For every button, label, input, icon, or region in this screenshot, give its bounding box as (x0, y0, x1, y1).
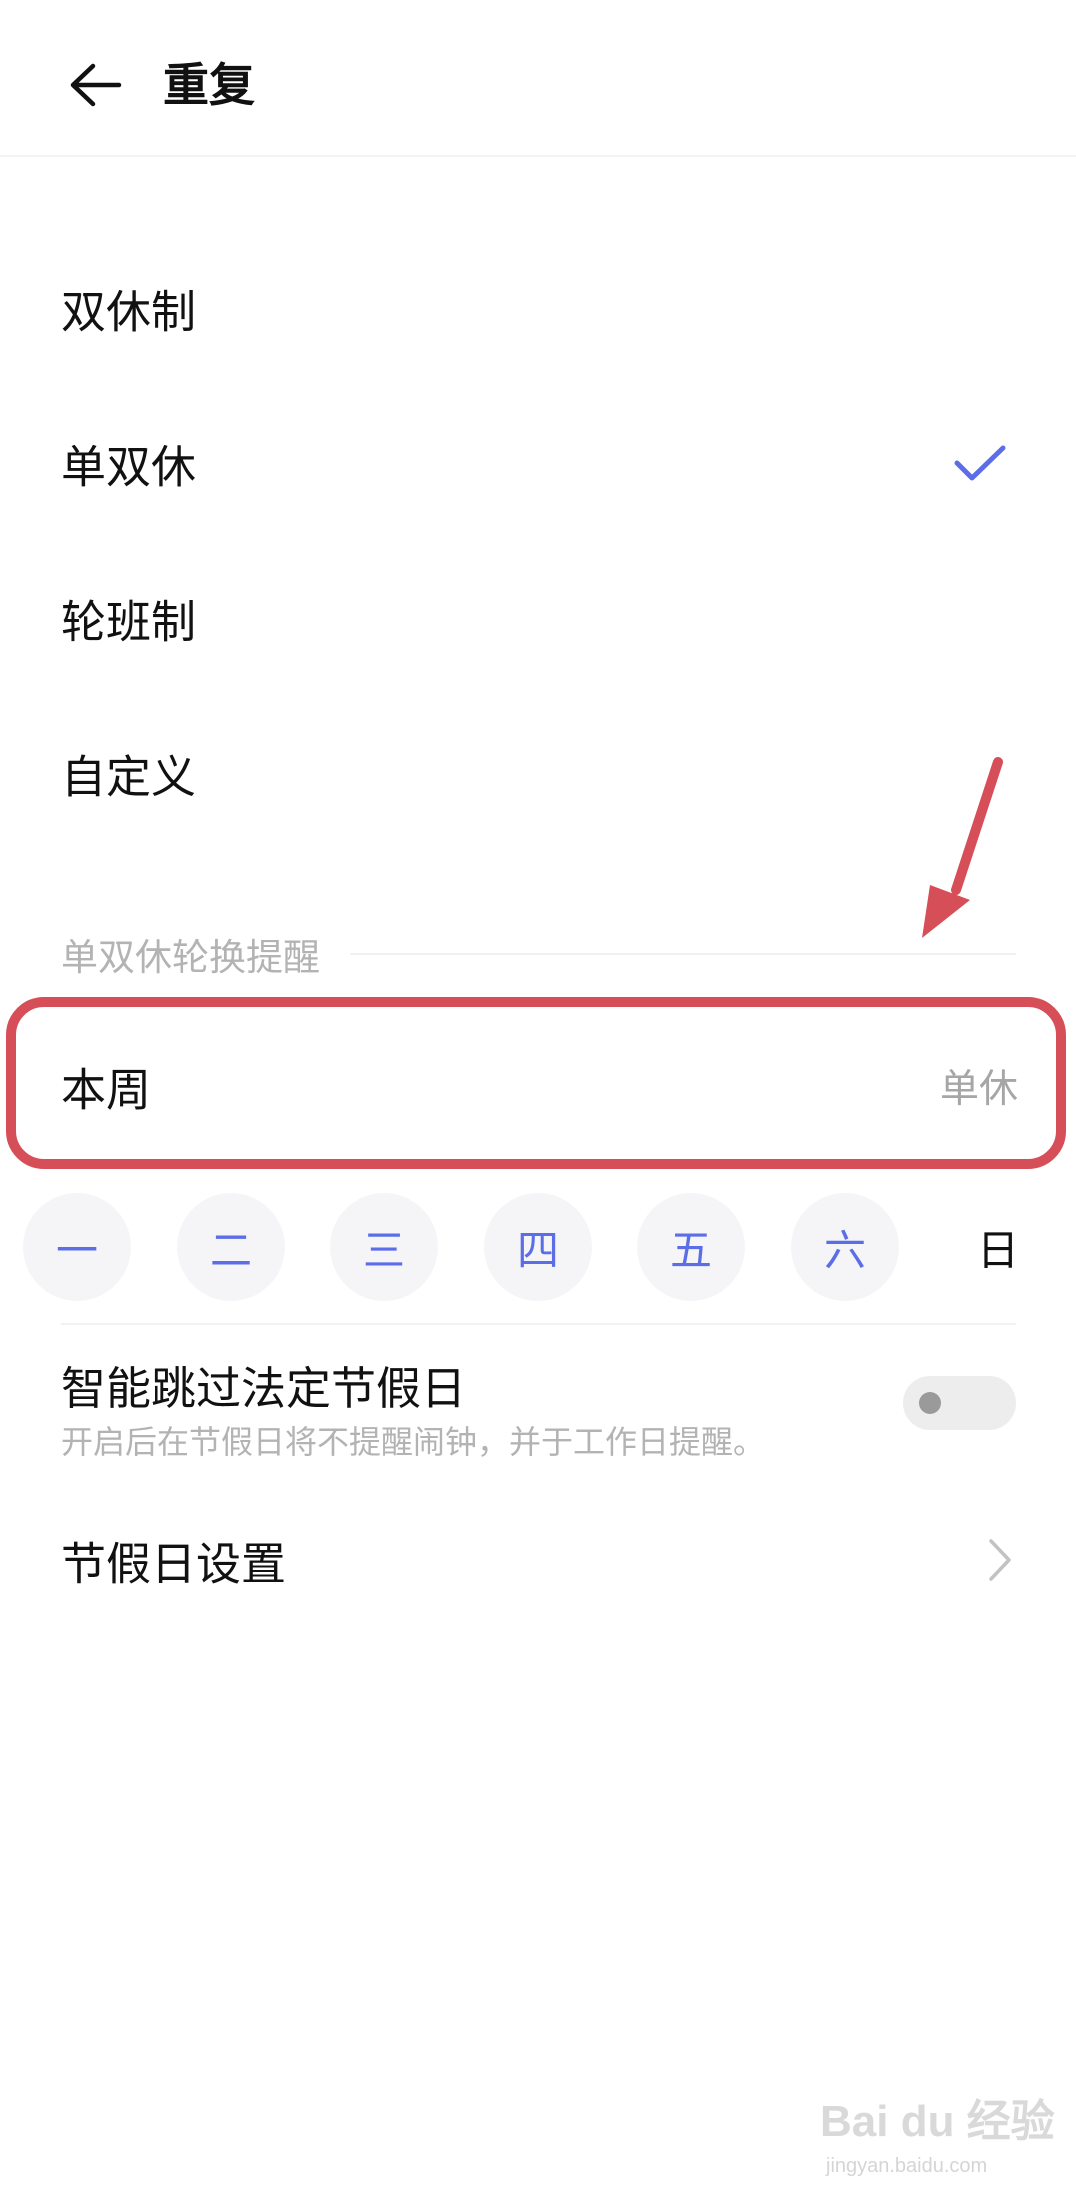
option-alternate-rest[interactable]: 单双休 (0, 385, 1076, 540)
day-monday[interactable]: 一 (23, 1193, 131, 1301)
option-label: 双休制 (61, 285, 197, 338)
watermark-text: Bai du 经验 (820, 2097, 1055, 2146)
section-header: 单双休轮换提醒 (61, 924, 1016, 984)
top-app-bar: 重复 (0, 0, 1076, 157)
page-title: 重复 (163, 58, 255, 112)
weekday-selector: 一 二 三 四 五 六 日 (0, 1193, 1076, 1301)
section-title: 单双休轮换提醒 (61, 936, 320, 979)
holiday-settings-row[interactable]: 节假日设置 (0, 1490, 1076, 1630)
skip-holidays-row: 智能跳过法定节假日 开启后在节假日将不提醒闹钟，并于工作日提醒。 (0, 1340, 1076, 1470)
toggle-knob (919, 1392, 941, 1414)
check-icon (954, 445, 1006, 480)
back-button[interactable] (60, 55, 130, 115)
option-shift[interactable]: 轮班制 (0, 540, 1076, 695)
watermark-url: jingyan.baidu.com (826, 2155, 988, 2177)
holiday-settings-label: 节假日设置 (61, 1537, 287, 1591)
skip-holidays-title: 智能跳过法定节假日 (61, 1362, 467, 1415)
option-label: 自定义 (61, 750, 197, 803)
this-week-row[interactable]: 本周 单休 (8, 997, 1073, 1175)
arrow-left-icon (70, 63, 122, 107)
this-week-label: 本周 (61, 1063, 152, 1117)
day-thursday[interactable]: 四 (484, 1193, 592, 1301)
option-double-rest[interactable]: 双休制 (0, 230, 1076, 385)
day-wednesday[interactable]: 三 (330, 1193, 438, 1301)
skip-holidays-toggle[interactable] (903, 1376, 1016, 1430)
option-label: 单双休 (61, 440, 197, 493)
watermark-logo: Bai du 经验 jingyan.baidu.com (820, 2085, 1055, 2195)
this-week-value: 单休 (939, 1067, 1018, 1112)
day-friday[interactable]: 五 (637, 1193, 745, 1301)
section-divider (350, 953, 1016, 955)
chevron-right-icon (989, 1539, 1011, 1581)
day-sunday[interactable]: 日 (944, 1193, 1052, 1301)
option-custom[interactable]: 自定义 (0, 695, 1076, 850)
divider (61, 1323, 1016, 1325)
skip-holidays-description: 开启后在节假日将不提醒闹钟，并于工作日提醒。 (61, 1423, 766, 1461)
day-tuesday[interactable]: 二 (177, 1193, 285, 1301)
option-label: 轮班制 (61, 595, 197, 648)
day-saturday[interactable]: 六 (791, 1193, 899, 1301)
